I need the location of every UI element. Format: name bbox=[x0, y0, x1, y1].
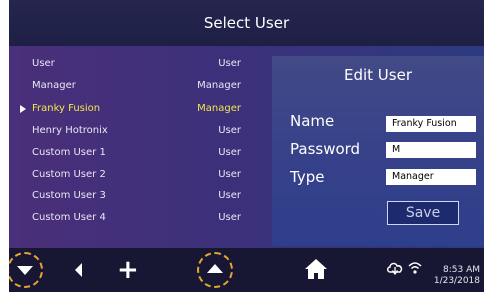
cloud-sync-icon bbox=[387, 262, 403, 275]
user-name: Custom User 3 bbox=[32, 190, 106, 201]
edit-user-panel: Edit User Name Franky Fusion Password M … bbox=[272, 56, 484, 246]
password-field[interactable]: M bbox=[386, 142, 476, 158]
touch-screen: Select User User User Manager Manager Fr… bbox=[9, 0, 484, 292]
bottom-nav-bar: + 8:53 AM 1/23/2018 bbox=[9, 248, 484, 292]
scroll-down-icon[interactable] bbox=[17, 266, 33, 275]
user-list: User User Manager Manager Franky Fusion … bbox=[9, 54, 261, 242]
password-label: Password bbox=[290, 140, 361, 158]
user-row[interactable]: Custom User 1 User bbox=[9, 143, 261, 163]
user-row-selected[interactable]: Franky Fusion Manager bbox=[9, 99, 261, 119]
clock: 8:53 AM 1/23/2018 bbox=[434, 265, 480, 287]
user-type: User bbox=[218, 212, 241, 223]
user-row[interactable]: User User bbox=[9, 54, 261, 74]
user-row[interactable]: Custom User 3 User bbox=[9, 186, 261, 206]
user-name: Franky Fusion bbox=[32, 103, 101, 114]
selection-caret-icon bbox=[20, 105, 26, 113]
user-name: Manager bbox=[32, 80, 76, 91]
user-type: Manager bbox=[197, 80, 241, 91]
user-row[interactable]: Henry Hotronix User bbox=[9, 121, 261, 141]
user-row[interactable]: Custom User 2 User bbox=[9, 165, 261, 185]
scroll-up-icon[interactable] bbox=[207, 264, 223, 273]
add-user-icon[interactable]: + bbox=[117, 257, 139, 283]
user-name: User bbox=[32, 58, 55, 69]
name-label: Name bbox=[290, 112, 335, 130]
type-label: Type bbox=[290, 168, 325, 186]
user-row[interactable]: Manager Manager bbox=[9, 76, 261, 96]
user-name: Custom User 1 bbox=[32, 147, 106, 158]
type-field[interactable]: Manager bbox=[386, 169, 476, 185]
user-name: Henry Hotronix bbox=[32, 125, 108, 136]
user-name: Custom User 2 bbox=[32, 169, 106, 180]
user-type: User bbox=[218, 125, 241, 136]
title-bar: Select User bbox=[9, 0, 484, 46]
user-row[interactable]: Custom User 4 User bbox=[9, 208, 261, 228]
user-type: User bbox=[218, 147, 241, 158]
user-type: User bbox=[218, 169, 241, 180]
home-icon[interactable] bbox=[304, 258, 328, 280]
edit-user-title: Edit User bbox=[343, 66, 412, 84]
user-name: Custom User 4 bbox=[32, 212, 106, 223]
back-arrow-icon[interactable] bbox=[75, 263, 82, 277]
name-field[interactable]: Franky Fusion bbox=[386, 116, 476, 132]
user-type: Manager bbox=[197, 103, 241, 114]
clock-time: 8:53 AM bbox=[443, 265, 480, 275]
clock-date: 1/23/2018 bbox=[433, 276, 480, 286]
user-type: User bbox=[218, 190, 241, 201]
save-button[interactable]: Save bbox=[387, 201, 459, 225]
wifi-icon bbox=[408, 262, 422, 274]
main-area: User User Manager Manager Franky Fusion … bbox=[9, 46, 484, 248]
page-title: Select User bbox=[203, 14, 290, 32]
user-type: User bbox=[218, 58, 241, 69]
